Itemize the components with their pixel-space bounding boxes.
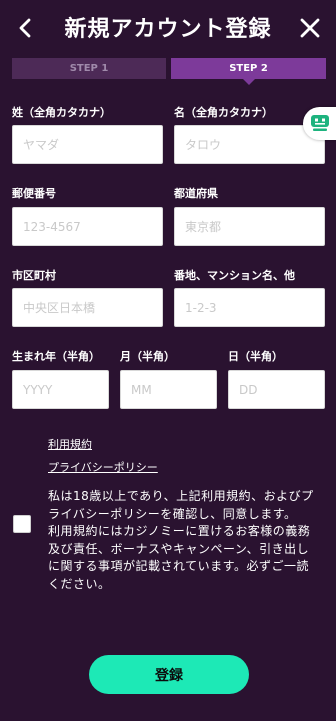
birth-month-input[interactable] (120, 370, 217, 409)
last-name-input[interactable] (12, 125, 163, 164)
active-step-pointer (243, 79, 255, 85)
agreement-text: 私は18歳以上であり、上記利用規約、およびプライバシーポリシーを確認し、同意しま… (48, 488, 320, 593)
birth-year-label: 生まれ年（半角） (12, 350, 100, 363)
last-name-label: 姓（全角カタカナ） (12, 106, 111, 119)
address-input[interactable] (174, 288, 325, 327)
birth-day-label: 日（半角） (228, 350, 283, 363)
back-button[interactable] (12, 12, 40, 44)
postal-code-label: 郵便番号 (12, 187, 56, 200)
chevron-left-icon (12, 12, 40, 44)
close-button[interactable] (296, 14, 324, 42)
step-2: STEP 2 (171, 58, 326, 85)
city-label: 市区町村 (12, 269, 56, 282)
agreement-statement: 私は18歳以上であり、上記利用規約、およびプライバシーポリシーを確認し、同意しま… (48, 489, 314, 521)
birth-month-label: 月（半角） (120, 350, 175, 363)
agreement-note: 利用規約にはカジノミーに置けるお客様の義務及び責任、ボーナスやキャンペーン、引き… (48, 524, 311, 591)
postal-code-input[interactable] (12, 207, 163, 246)
agree-checkbox[interactable] (13, 515, 31, 533)
register-button[interactable]: 登録 (89, 655, 249, 694)
first-name-input[interactable] (174, 125, 325, 164)
page-title: 新規アカウント登録 (64, 17, 272, 42)
birth-day-input[interactable] (228, 370, 325, 409)
birth-year-input[interactable] (12, 370, 109, 409)
terms-link[interactable]: 利用規約 (48, 436, 92, 452)
chat-button[interactable] (303, 107, 336, 140)
step-2-label: STEP 2 (229, 63, 268, 74)
step-1: STEP 1 (12, 58, 166, 79)
step-indicator: STEP 1 STEP 2 (12, 58, 326, 85)
privacy-policy-link[interactable]: プライバシーポリシー (48, 459, 158, 475)
chatbot-icon (311, 115, 329, 136)
prefecture-input[interactable] (174, 207, 325, 246)
prefecture-label: 都道府県 (174, 187, 218, 200)
city-input[interactable] (12, 288, 163, 327)
first-name-label: 名（全角カタカナ） (174, 106, 273, 119)
address-label: 番地、マンション名、他 (174, 269, 295, 282)
header: 新規アカウント登録 (0, 0, 336, 56)
close-icon (296, 14, 324, 42)
